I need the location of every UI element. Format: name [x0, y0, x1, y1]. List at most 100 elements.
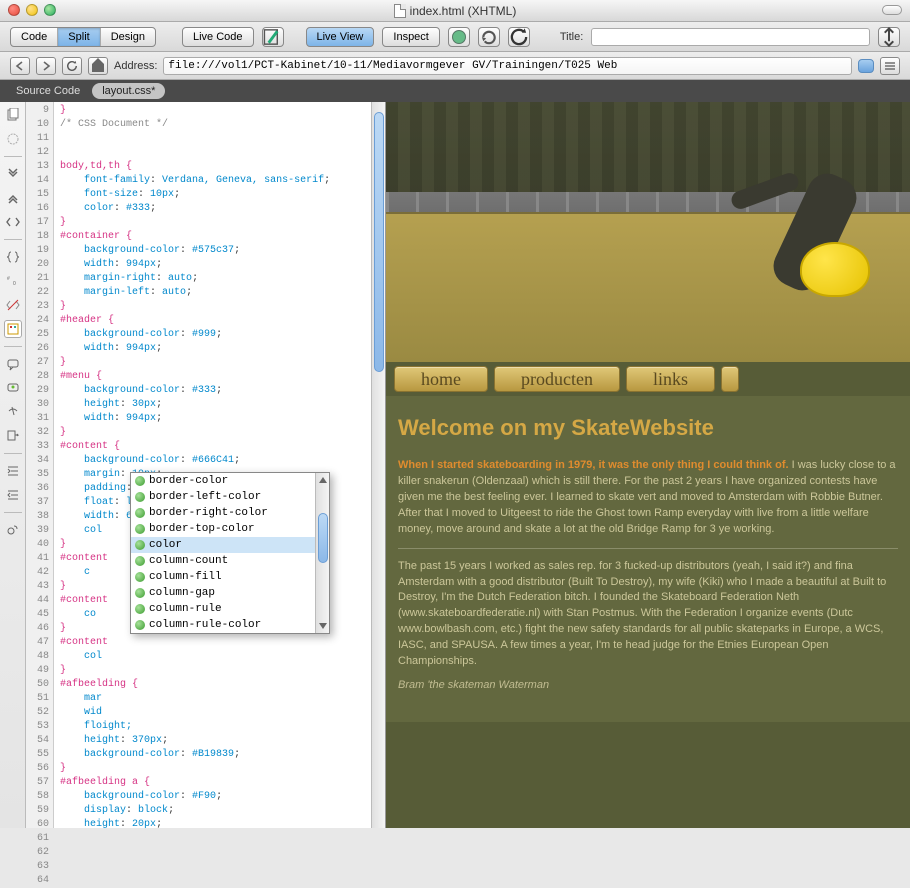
window-minimize-button[interactable]	[26, 4, 38, 16]
apply-comment-icon[interactable]	[4, 355, 22, 373]
css-property-icon	[135, 476, 145, 486]
preview-heading: Welcome on my SkateWebsite	[398, 412, 898, 444]
select-parent-tag-icon[interactable]	[4, 213, 22, 231]
autocomplete-item[interactable]: border-right-color	[131, 505, 329, 521]
css-property-icon	[135, 588, 145, 598]
live-code-button[interactable]: Live Code	[182, 27, 254, 47]
window-zoom-button[interactable]	[44, 4, 56, 16]
address-label: Address:	[114, 60, 157, 72]
line-gutter: 9 10 11 12 13 14 15 16 17 18 19 20 21 22…	[26, 102, 54, 828]
skater-illustration	[710, 132, 890, 332]
autocomplete-item[interactable]: column-rule-color	[131, 617, 329, 633]
window-title: index.html (XHTML)	[394, 4, 517, 18]
document-icon	[394, 4, 406, 18]
browser-preview-icon[interactable]	[448, 27, 470, 47]
css-property-icon	[135, 572, 145, 582]
code-editor[interactable]: 9 10 11 12 13 14 15 16 17 18 19 20 21 22…	[26, 102, 386, 828]
nav-refresh-button[interactable]	[62, 57, 82, 75]
css-property-icon	[135, 508, 145, 518]
format-code-icon[interactable]	[4, 521, 22, 539]
refresh-design-icon[interactable]	[478, 27, 500, 47]
editor-scroll-thumb[interactable]	[374, 112, 384, 372]
preview-header-image	[386, 102, 910, 362]
title-label: Title:	[560, 31, 583, 43]
address-toolbar: Address:	[0, 52, 910, 80]
preview-paragraph-2: The past 15 years I worked as sales rep.…	[398, 559, 898, 671]
scroll-down-icon[interactable]	[319, 623, 327, 631]
live-view-button[interactable]: Live View	[306, 27, 375, 47]
window-toolbar-toggle[interactable]	[882, 5, 902, 15]
source-tabs: Source Code layout.css*	[0, 80, 910, 102]
code-area[interactable]: } /* CSS Document */ body,td,th { font-f…	[54, 102, 385, 828]
move-css-icon[interactable]	[4, 427, 22, 445]
show-code-navigator-icon[interactable]	[4, 130, 22, 148]
nav-home-button[interactable]	[88, 57, 108, 75]
balance-braces-icon[interactable]	[4, 248, 22, 266]
view-mode-segment: Code Split Design	[10, 27, 156, 47]
preview-menu-extra[interactable]	[721, 366, 739, 392]
separator	[4, 346, 22, 347]
source-code-label: Source Code	[8, 83, 88, 99]
main-area: #0 9 10 11 12 13 14 15 16 17 18 19 20 21…	[0, 102, 910, 828]
highlight-invalid-icon[interactable]	[4, 296, 22, 314]
svg-text:0: 0	[13, 281, 16, 287]
autocomplete-item[interactable]: color	[131, 537, 329, 553]
preview-paragraph-1: When I started skateboarding in 1979, it…	[398, 458, 898, 538]
autocomplete-item[interactable]: column-count	[131, 553, 329, 569]
window-close-button[interactable]	[8, 4, 20, 16]
preview-signature: Bram 'the skateman Waterman	[398, 678, 898, 694]
address-dropdown-icon[interactable]	[858, 59, 874, 73]
preview-container: homeproductenlinks Welcome on my SkateWe…	[386, 102, 910, 828]
autocomplete-item[interactable]: border-left-color	[131, 489, 329, 505]
editor-scrollbar[interactable]	[371, 102, 385, 828]
refresh-icon[interactable]	[508, 27, 530, 47]
check-page-icon[interactable]	[262, 27, 284, 47]
syntax-coloring-icon[interactable]	[4, 320, 22, 338]
view-split-button[interactable]: Split	[58, 28, 100, 46]
preview-menu-home[interactable]: home	[394, 366, 488, 392]
css-property-icon	[135, 540, 145, 550]
scroll-up-icon[interactable]	[319, 475, 327, 483]
indent-icon[interactable]	[4, 462, 22, 480]
line-numbers-icon[interactable]: #0	[4, 272, 22, 290]
source-tab-layout-css[interactable]: layout.css*	[92, 83, 165, 99]
preview-menu: homeproductenlinks	[386, 362, 910, 396]
css-property-icon	[135, 620, 145, 630]
code-toolbar: #0	[0, 102, 26, 828]
collapse-tag-icon[interactable]	[4, 165, 22, 183]
css-property-icon	[135, 524, 145, 534]
window-titlebar: index.html (XHTML)	[0, 0, 910, 22]
nav-forward-button[interactable]	[36, 57, 56, 75]
preview-menu-links[interactable]: links	[626, 366, 715, 392]
autocomplete-scroll-thumb[interactable]	[318, 513, 328, 563]
autocomplete-popup: border-colorborder-left-colorborder-righ…	[130, 472, 330, 634]
separator	[4, 453, 22, 454]
address-list-icon[interactable]	[880, 57, 900, 75]
preview-menu-producten[interactable]: producten	[494, 366, 620, 392]
home-icon	[92, 60, 104, 72]
address-input[interactable]	[163, 57, 852, 75]
file-management-icon[interactable]	[878, 27, 900, 47]
separator	[4, 512, 22, 513]
svg-text:#: #	[7, 276, 10, 282]
autocomplete-item[interactable]: column-rule	[131, 601, 329, 617]
nav-back-button[interactable]	[10, 57, 30, 75]
autocomplete-item[interactable]: column-fill	[131, 569, 329, 585]
css-property-icon	[135, 492, 145, 502]
view-design-button[interactable]: Design	[101, 28, 155, 46]
inspect-button[interactable]: Inspect	[382, 27, 439, 47]
wrap-tag-icon[interactable]	[4, 379, 22, 397]
open-documents-icon[interactable]	[4, 106, 22, 124]
autocomplete-scrollbar[interactable]	[315, 473, 329, 633]
window-title-text: index.html (XHTML)	[410, 4, 517, 18]
expand-tag-icon[interactable]	[4, 189, 22, 207]
recent-snippets-icon[interactable]	[4, 403, 22, 421]
view-code-button[interactable]: Code	[11, 28, 58, 46]
preview-content: Welcome on my SkateWebsite When I starte…	[386, 396, 910, 722]
autocomplete-item[interactable]: border-color	[131, 473, 329, 489]
autocomplete-item[interactable]: column-gap	[131, 585, 329, 601]
title-input[interactable]	[591, 28, 870, 46]
outdent-icon[interactable]	[4, 486, 22, 504]
separator	[4, 239, 22, 240]
autocomplete-item[interactable]: border-top-color	[131, 521, 329, 537]
